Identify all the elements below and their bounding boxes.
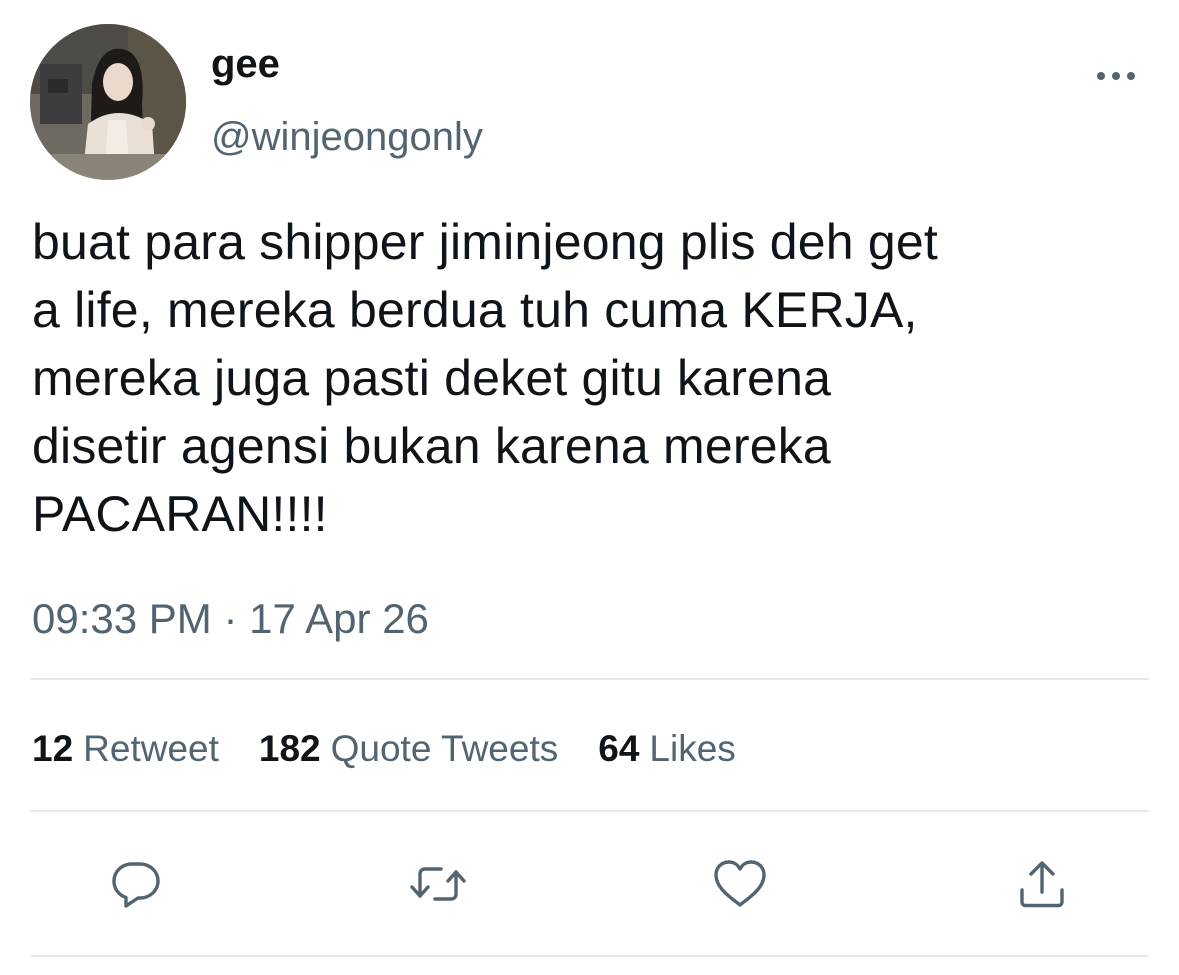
tweet-text-line: PACARAN!!!! <box>32 486 328 542</box>
tweet-text-line: buat para shipper jiminjeong plis deh ge… <box>32 214 939 270</box>
divider <box>30 810 1149 812</box>
like-count: 64 <box>598 728 640 769</box>
retweet-label: Retweet <box>83 728 219 769</box>
share-icon <box>1020 861 1064 908</box>
avatar[interactable] <box>30 24 186 180</box>
share-button[interactable] <box>1010 852 1074 916</box>
more-options-button[interactable] <box>1090 58 1142 94</box>
avatar-image <box>30 24 186 180</box>
tweet-detail: gee @winjeongonly buat para shipper jimi… <box>0 0 1179 975</box>
retweet-icon <box>410 867 466 901</box>
like-label: Likes <box>649 728 736 769</box>
tweet-text: buat para shipper jiminjeong plis deh ge… <box>32 208 1157 548</box>
quote-label: Quote Tweets <box>330 728 559 769</box>
tweet-text-line: a life, mereka berdua tuh cuma KERJA, <box>32 282 918 338</box>
retweet-button[interactable] <box>406 852 470 916</box>
reply-button[interactable] <box>104 852 168 916</box>
divider <box>30 955 1149 957</box>
tweet-timestamp[interactable]: 09:33 PM · 17 Apr 26 <box>32 594 429 644</box>
retweet-count: 12 <box>32 728 74 769</box>
divider <box>30 678 1149 680</box>
retweet-count-link[interactable]: 12 Retweet <box>32 726 219 772</box>
user-handle[interactable]: @winjeongonly <box>211 113 483 161</box>
tweet-text-line: disetir agensi bukan karena mereka <box>32 418 831 474</box>
like-count-link[interactable]: 64 Likes <box>598 726 736 772</box>
reply-icon <box>112 862 160 908</box>
like-button[interactable] <box>708 852 772 916</box>
quote-count: 182 <box>258 728 321 769</box>
quote-count-link[interactable]: 182 Quote Tweets <box>259 726 558 772</box>
heart-icon <box>714 860 766 907</box>
display-name[interactable]: gee <box>211 40 280 88</box>
engagement-stats: 12 Retweet 182 Quote Tweets 64 Likes <box>32 726 776 772</box>
tweet-text-line: mereka juga pasti deket gitu karena <box>32 350 832 406</box>
more-horizontal-icon <box>1097 72 1135 80</box>
